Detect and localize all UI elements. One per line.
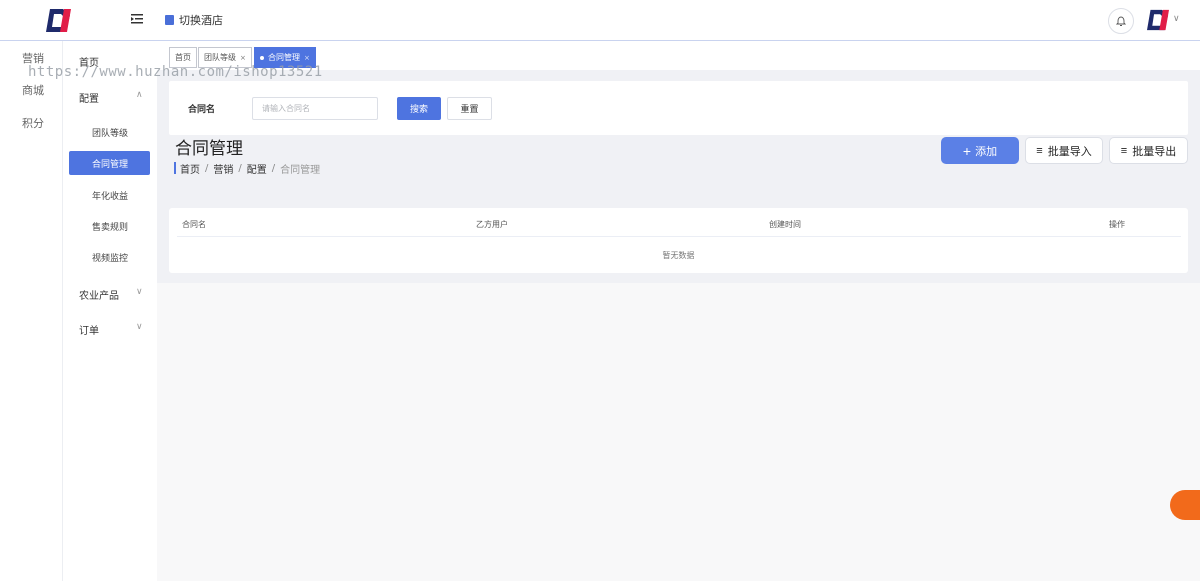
column-header-actions: 操作 [1109, 220, 1125, 229]
chevron-up-icon[interactable]: ∧ [136, 90, 143, 100]
breadcrumb-current: 合同管理 [280, 164, 321, 176]
switch-hotel-label: 切换酒店 [179, 14, 223, 27]
rail-item-points[interactable]: 积分 [22, 115, 44, 131]
bell-icon [1116, 16, 1126, 26]
sidebar: 首页 配置 ∧ 团队等级 合同管理 年化收益 售卖规则 视频监控 农业产品 ∨ … [63, 41, 157, 581]
empty-state-text: 暂无数据 [662, 251, 695, 260]
column-header-created-time: 创建时间 [769, 220, 801, 229]
breadcrumb-config[interactable]: 配置 [247, 161, 267, 176]
sidebar-item-sales-rules[interactable]: 售卖规则 [92, 220, 128, 233]
top-bar: 切换酒店 ∨ [0, 0, 1200, 41]
breadcrumb-home[interactable]: 首页 [180, 161, 200, 176]
add-button[interactable]: + 添加 [941, 137, 1019, 164]
watermark-text: https://www.huzhan.com/ishop13521 [28, 64, 323, 80]
chevron-down-icon[interactable]: ∨ [1173, 14, 1180, 24]
tab-label: 合同管理 [268, 53, 300, 62]
chevron-down-icon[interactable]: ∨ [136, 322, 143, 332]
floating-badge-icon[interactable] [1170, 490, 1200, 520]
column-header-contract-name: 合同名 [182, 220, 206, 229]
close-icon[interactable]: × [240, 54, 246, 62]
sidebar-item-contract-management[interactable]: 合同管理 [69, 151, 150, 175]
active-dot-icon [260, 55, 264, 60]
breadcrumb-separator: / [271, 162, 276, 174]
list-icon: ≡ [1036, 144, 1043, 157]
sidebar-item-team-level[interactable]: 团队等级 [92, 126, 128, 139]
breadcrumb-separator: / [205, 162, 209, 174]
tab-label: 首页 [175, 53, 191, 62]
list-icon: ≡ [1120, 144, 1128, 157]
batch-export-label: 批量导出 [1132, 145, 1177, 158]
chevron-down-icon[interactable]: ∨ [136, 287, 143, 297]
sidebar-item-config[interactable]: 配置 [79, 90, 99, 105]
main-content: 首页 团队等级 × 合同管理 × 合同名 搜索 重置 合同管理 首页 / 营销 … [157, 41, 1200, 581]
contract-table: 合同名 乙方用户 创建时间 操作 暂无数据 [169, 208, 1188, 273]
batch-import-button[interactable]: ≡ 批量导入 [1025, 137, 1103, 164]
breadcrumb-separator: / [238, 162, 242, 174]
close-icon[interactable]: × [304, 54, 310, 62]
search-form: 合同名 搜索 重置 [169, 81, 1188, 135]
search-button[interactable]: 搜索 [397, 97, 441, 120]
breadcrumb: 首页 / 营销 / 配置 / 合同管理 [174, 161, 321, 176]
switch-hotel-button[interactable]: 切换酒店 [165, 12, 223, 28]
table-header-divider [177, 236, 1181, 237]
logo-icon[interactable] [45, 8, 72, 33]
column-header-party-b-user: 乙方用户 [476, 220, 508, 229]
add-label: 添加 [975, 145, 998, 158]
hotel-icon [165, 15, 174, 25]
sidebar-item-agri-products[interactable]: 农业产品 [79, 287, 119, 302]
sidebar-item-annual-yield[interactable]: 年化收益 [92, 189, 128, 202]
contract-name-label: 合同名 [188, 105, 216, 115]
module-rail: 营销 商城 积分 [0, 41, 63, 581]
contract-name-input[interactable] [252, 97, 378, 120]
batch-export-button[interactable]: ≡ 批量导出 [1109, 137, 1188, 164]
user-avatar[interactable] [1146, 9, 1170, 31]
sidebar-item-video-monitor[interactable]: 视频监控 [92, 251, 128, 264]
menu-toggle-icon[interactable] [130, 12, 144, 26]
rail-item-mall[interactable]: 商城 [22, 82, 44, 98]
reset-button[interactable]: 重置 [447, 97, 492, 120]
tab-label: 团队等级 [204, 53, 236, 62]
notification-button[interactable] [1108, 8, 1134, 34]
plus-icon: + [962, 142, 972, 159]
breadcrumb-marketing[interactable]: 营销 [213, 161, 233, 176]
sidebar-item-orders[interactable]: 订单 [79, 322, 99, 337]
page-title: 合同管理 [175, 139, 243, 159]
batch-import-label: 批量导入 [1047, 145, 1092, 158]
